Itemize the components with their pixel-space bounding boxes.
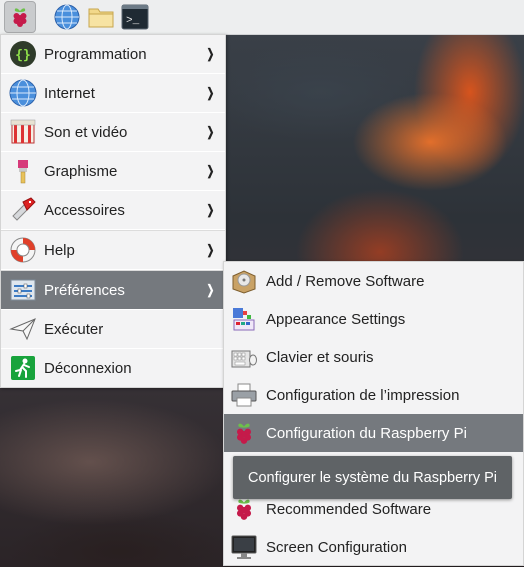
package-icon [229,266,259,296]
submenu-item-screen-configuration[interactable]: Screen Configuration [224,528,523,566]
submenu-item-label: Clavier et souris [266,348,374,366]
chevron-right-icon: ❯ [206,163,215,178]
submenu-item-label: Configuration de l’impression [266,386,460,404]
menu-item-son-et-video[interactable]: Son et vidéo ❯ [1,113,225,152]
raspberry-menu-icon [13,8,27,27]
globe-icon [8,78,38,108]
menu-item-label: Exécuter [44,320,104,338]
terminal-launcher[interactable]: >_ [120,2,150,32]
menu-item-deconnexion[interactable]: Déconnexion [1,349,225,387]
menu-item-label: Programmation [44,45,147,63]
submenu-item-configuration-raspberry-pi[interactable]: Configuration du Raspberry Pi [224,414,523,452]
menu-item-executer[interactable]: Exécuter [1,310,225,349]
sliders-icon [8,275,38,305]
chevron-right-icon: ❯ [206,282,215,297]
submenu-item-add-remove-software[interactable]: Add / Remove Software [224,262,523,300]
menu-item-label: Son et vidéo [44,123,128,141]
menu-item-internet[interactable]: Internet ❯ [1,74,225,113]
monitor-icon [229,532,259,562]
submenu-item-label: Recommended Software [266,500,432,518]
svg-text:{}: {} [15,48,31,63]
submenu-item-configuration-impression[interactable]: Configuration de l’impression [224,376,523,414]
menu-item-programmation[interactable]: {} Programmation ❯ [1,35,225,74]
menu-item-graphisme[interactable]: Graphisme ❯ [1,152,225,191]
submenu-item-clavier-et-souris[interactable]: Clavier et souris [224,338,523,376]
menu-item-label: Déconnexion [44,359,132,377]
pocketknife-icon [8,195,38,225]
chevron-right-icon: ❯ [206,124,215,139]
menu-item-accessoires[interactable]: Accessoires ❯ [1,191,225,230]
menu-item-help[interactable]: Help ❯ [1,231,225,270]
globe-icon [54,4,80,30]
svg-text:>_: >_ [126,15,140,27]
keyboard-icon [229,342,259,372]
preferences-submenu: Add / Remove Software Appearance Setting… [223,261,524,566]
terminal-icon: >_ [121,4,149,30]
chevron-right-icon: ❯ [206,85,215,100]
submenu-item-label: Screen Configuration [266,538,407,556]
menu-item-label: Préférences [44,281,125,299]
paintbrush-icon [8,156,38,186]
palette-icon [229,304,259,334]
menu-item-label: Graphisme [44,162,118,180]
menu-item-label: Internet [44,84,95,102]
file-manager-launcher[interactable] [86,2,116,32]
film-icon [8,117,38,147]
chevron-right-icon: ❯ [206,242,215,257]
submenu-item-label: Add / Remove Software [266,272,425,290]
tooltip: Configurer le système du Raspberry Pi [233,456,512,499]
tooltip-text: Configurer le système du Raspberry Pi [247,469,498,486]
paper-plane-icon [8,314,38,344]
submenu-item-label: Appearance Settings [266,310,406,328]
chevron-right-icon: ❯ [206,202,215,217]
menu-item-label: Help [44,241,75,259]
code-braces-icon: {} [8,39,38,69]
lifebuoy-icon [8,235,38,265]
raspberry-icon [229,418,259,448]
printer-icon [229,380,259,410]
exit-icon [8,353,38,383]
web-browser-launcher[interactable] [52,2,82,32]
chevron-right-icon: ❯ [206,46,215,61]
folder-icon [88,8,114,28]
menu-item-label: Accessoires [44,201,125,219]
top-panel: >_ [0,0,524,35]
applications-menu-button[interactable] [4,1,36,33]
menu-item-preferences[interactable]: Préférences ❯ [1,271,225,310]
submenu-item-appearance-settings[interactable]: Appearance Settings [224,300,523,338]
applications-menu: {} Programmation ❯ Internet ❯ Son et vid… [0,34,226,388]
submenu-item-label: Configuration du Raspberry Pi [266,424,467,442]
